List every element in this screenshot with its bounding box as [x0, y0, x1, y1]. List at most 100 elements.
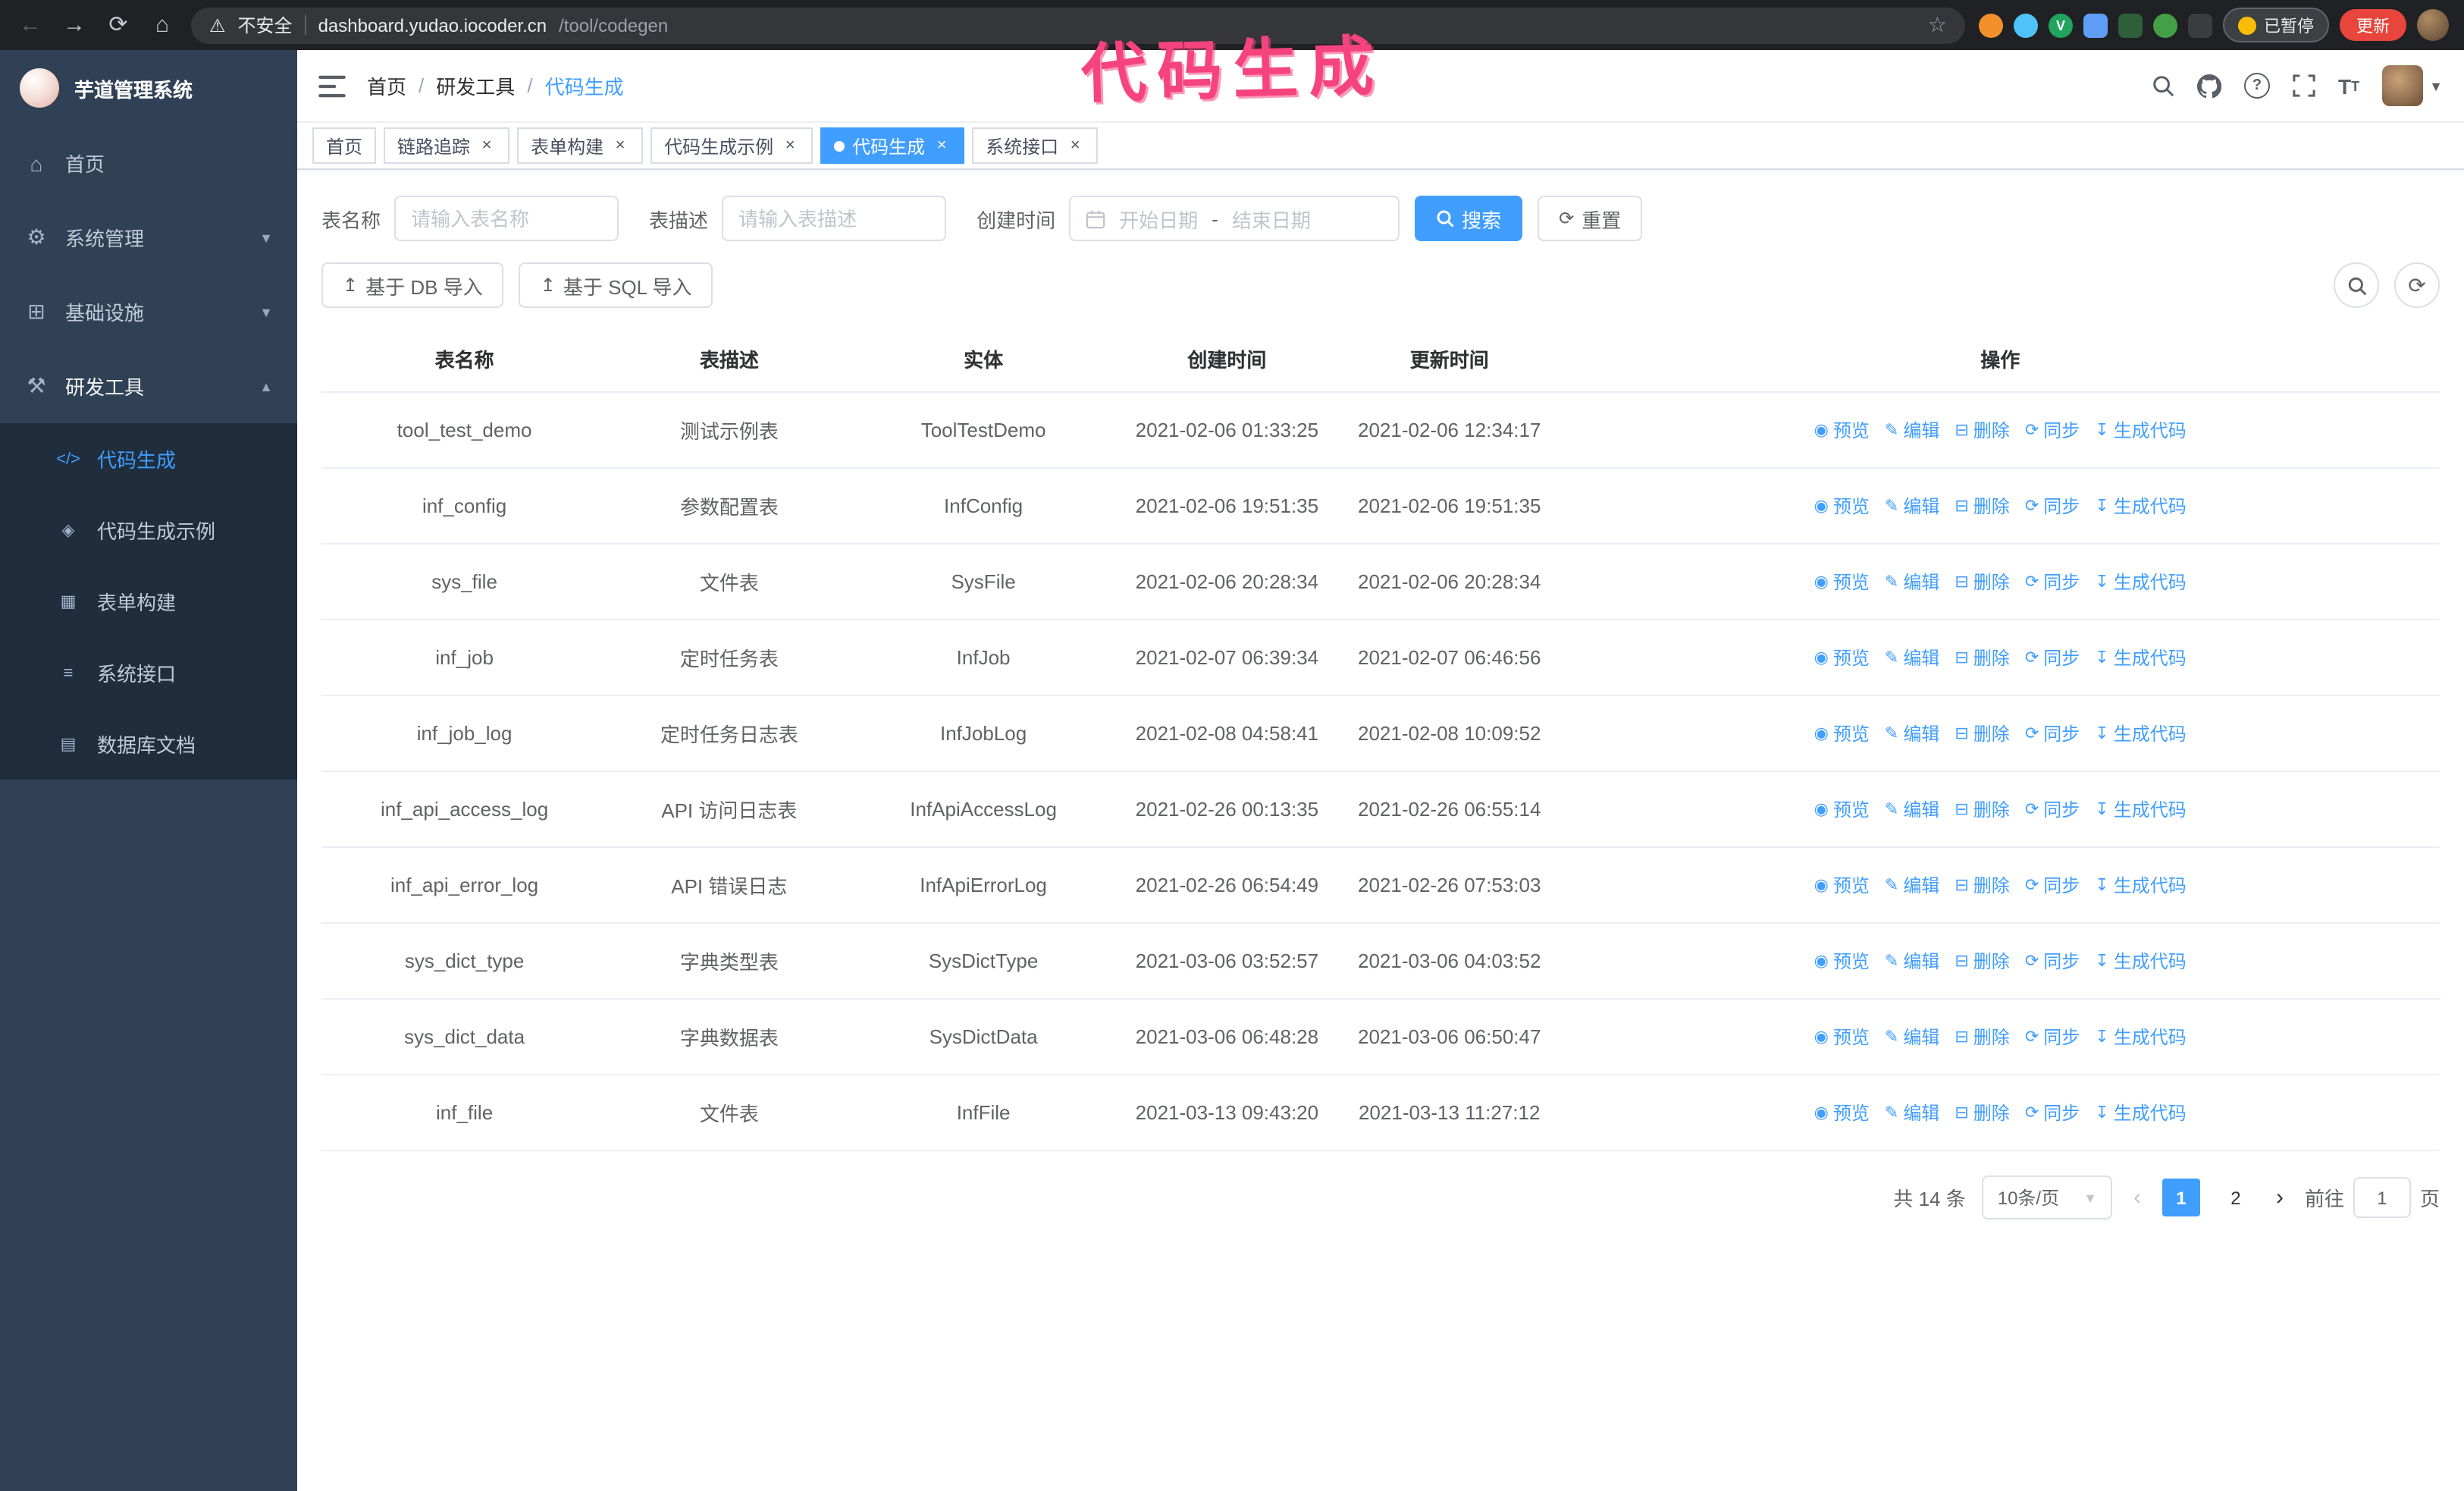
- extension-leaf-icon[interactable]: [2153, 13, 2177, 37]
- extension-card-icon[interactable]: [2118, 13, 2143, 37]
- sidebar-item-system-api[interactable]: ≡ 系统接口: [0, 637, 297, 708]
- github-icon[interactable]: [2197, 64, 2222, 107]
- tab-close-icon[interactable]: ×: [611, 137, 629, 155]
- action-sync-link[interactable]: ⟳ 同步: [2025, 417, 2080, 443]
- action-preview-link[interactable]: ◉ 预览: [1814, 948, 1870, 974]
- action-delete-link[interactable]: ⊟ 删除: [1955, 417, 2009, 443]
- reload-icon[interactable]: ⟳: [103, 0, 133, 50]
- action-delete-link[interactable]: ⊟ 删除: [1955, 872, 2009, 898]
- help-icon[interactable]: ?: [2244, 64, 2271, 107]
- action-preview-link[interactable]: ◉ 预览: [1814, 417, 1870, 443]
- action-delete-link[interactable]: ⊟ 删除: [1955, 645, 2009, 670]
- action-generate-code-link[interactable]: ↧ 生成代码: [2095, 645, 2186, 670]
- back-icon[interactable]: ←: [15, 0, 45, 50]
- extension-drop-icon[interactable]: [2014, 13, 2038, 37]
- search-icon[interactable]: [2152, 64, 2174, 107]
- action-delete-link[interactable]: ⊟ 删除: [1955, 1024, 2009, 1050]
- import-sql-button[interactable]: ↥ 基于 SQL 导入: [519, 262, 713, 308]
- action-delete-link[interactable]: ⊟ 删除: [1955, 796, 2009, 822]
- action-edit-link[interactable]: ✎ 编辑: [1885, 796, 1939, 822]
- action-edit-link[interactable]: ✎ 编辑: [1885, 569, 1939, 595]
- extension-people-icon[interactable]: [2083, 13, 2108, 37]
- page-button-1[interactable]: 1: [2161, 1179, 2200, 1216]
- action-generate-code-link[interactable]: ↧ 生成代码: [2095, 417, 2186, 443]
- action-sync-link[interactable]: ⟳ 同步: [2025, 872, 2080, 898]
- action-sync-link[interactable]: ⟳ 同步: [2025, 569, 2080, 595]
- action-generate-code-link[interactable]: ↧ 生成代码: [2095, 720, 2186, 746]
- action-sync-link[interactable]: ⟳ 同步: [2025, 493, 2080, 519]
- sidebar-item-codegen[interactable]: </> 代码生成: [0, 423, 297, 494]
- prev-page-button[interactable]: ‹: [2129, 1185, 2146, 1210]
- refresh-table-button[interactable]: ⟳: [2394, 262, 2440, 308]
- action-delete-link[interactable]: ⊟ 删除: [1955, 720, 2009, 746]
- tab-close-icon[interactable]: ×: [933, 137, 951, 155]
- tab-close-icon[interactable]: ×: [478, 137, 496, 155]
- tab-codegen[interactable]: 代码生成 ×: [820, 127, 965, 164]
- sidebar-item-codegen-example[interactable]: ◈ 代码生成示例: [0, 494, 297, 566]
- action-edit-link[interactable]: ✎ 编辑: [1885, 872, 1939, 898]
- action-edit-link[interactable]: ✎ 编辑: [1885, 417, 1939, 443]
- bookmark-star-icon[interactable]: ☆: [1928, 12, 1947, 38]
- action-generate-code-link[interactable]: ↧ 生成代码: [2095, 872, 2186, 898]
- action-edit-link[interactable]: ✎ 编辑: [1885, 948, 1939, 974]
- action-preview-link[interactable]: ◉ 预览: [1814, 720, 1870, 746]
- action-edit-link[interactable]: ✎ 编辑: [1885, 645, 1939, 670]
- action-edit-link[interactable]: ✎ 编辑: [1885, 1024, 1939, 1050]
- action-sync-link[interactable]: ⟳ 同步: [2025, 1100, 2080, 1125]
- search-button[interactable]: 搜索: [1415, 196, 1523, 241]
- action-generate-code-link[interactable]: ↧ 生成代码: [2095, 493, 2186, 519]
- tab-codegen-example[interactable]: 代码生成示例 ×: [650, 127, 813, 164]
- tab-form-builder[interactable]: 表单构建 ×: [517, 127, 644, 164]
- tab-close-icon[interactable]: ×: [781, 137, 799, 155]
- app-logo-row[interactable]: 芋道管理系统: [0, 50, 297, 126]
- action-edit-link[interactable]: ✎ 编辑: [1885, 493, 1939, 519]
- action-preview-link[interactable]: ◉ 预览: [1814, 1024, 1870, 1050]
- sidebar-item-form-builder[interactable]: ▦ 表单构建: [0, 566, 297, 637]
- extension-puzzle-icon[interactable]: [2188, 13, 2212, 37]
- table-name-input[interactable]: [394, 196, 619, 241]
- action-generate-code-link[interactable]: ↧ 生成代码: [2095, 569, 2186, 595]
- date-range-picker[interactable]: 开始日期 - 结束日期: [1069, 196, 1400, 241]
- forward-icon[interactable]: →: [59, 0, 89, 50]
- breadcrumb-dev-tools[interactable]: 研发工具: [436, 71, 515, 100]
- action-sync-link[interactable]: ⟳ 同步: [2025, 948, 2080, 974]
- sidebar-item-db-docs[interactable]: ▤ 数据库文档: [0, 708, 297, 780]
- action-preview-link[interactable]: ◉ 预览: [1814, 796, 1870, 822]
- action-sync-link[interactable]: ⟳ 同步: [2025, 645, 2080, 670]
- toggle-search-button[interactable]: [2334, 262, 2379, 308]
- extension-v-icon[interactable]: V: [2049, 13, 2073, 37]
- sidebar-item-infrastructure[interactable]: ⊞ 基础设施 ▼: [0, 275, 297, 349]
- hamburger-icon[interactable]: [318, 74, 346, 98]
- extension-fox-icon[interactable]: [1979, 13, 2003, 37]
- action-preview-link[interactable]: ◉ 预览: [1814, 493, 1870, 519]
- action-edit-link[interactable]: ✎ 编辑: [1885, 1100, 1939, 1125]
- action-preview-link[interactable]: ◉ 预览: [1814, 569, 1870, 595]
- tab-close-icon[interactable]: ×: [1066, 137, 1084, 155]
- import-db-button[interactable]: ↥ 基于 DB 导入: [321, 262, 504, 308]
- tab-home[interactable]: 首页: [312, 127, 377, 164]
- action-edit-link[interactable]: ✎ 编辑: [1885, 720, 1939, 746]
- action-sync-link[interactable]: ⟳ 同步: [2025, 796, 2080, 822]
- breadcrumb-home[interactable]: 首页: [367, 71, 406, 100]
- paused-badge[interactable]: 已暂停: [2223, 8, 2329, 42]
- font-size-icon[interactable]: TT: [2338, 64, 2359, 107]
- sidebar-item-home[interactable]: ⌂ 首页: [0, 126, 297, 200]
- action-generate-code-link[interactable]: ↧ 生成代码: [2095, 948, 2186, 974]
- action-delete-link[interactable]: ⊟ 删除: [1955, 493, 2009, 519]
- page-button-2[interactable]: 2: [2217, 1179, 2255, 1216]
- browser-update-button[interactable]: 更新: [2340, 9, 2406, 41]
- home-icon[interactable]: ⌂: [147, 0, 177, 50]
- action-delete-link[interactable]: ⊟ 删除: [1955, 569, 2009, 595]
- address-bar[interactable]: ⚠ 不安全 dashboard.yudao.iocoder.cn /tool/c…: [191, 7, 1965, 43]
- next-page-button[interactable]: ›: [2271, 1185, 2288, 1210]
- tab-tracing[interactable]: 链路追踪 ×: [384, 127, 510, 164]
- reset-button[interactable]: ⟳ 重置: [1538, 196, 1643, 241]
- action-generate-code-link[interactable]: ↧ 生成代码: [2095, 1100, 2186, 1125]
- fullscreen-icon[interactable]: [2293, 64, 2315, 107]
- tab-system-api[interactable]: 系统接口 ×: [972, 127, 1099, 164]
- sidebar-item-system-management[interactable]: ⚙ 系统管理 ▼: [0, 200, 297, 275]
- user-avatar[interactable]: ▼: [2382, 64, 2443, 107]
- table-desc-input[interactable]: [722, 196, 947, 241]
- action-generate-code-link[interactable]: ↧ 生成代码: [2095, 1024, 2186, 1050]
- breadcrumb-current[interactable]: 代码生成: [545, 71, 624, 100]
